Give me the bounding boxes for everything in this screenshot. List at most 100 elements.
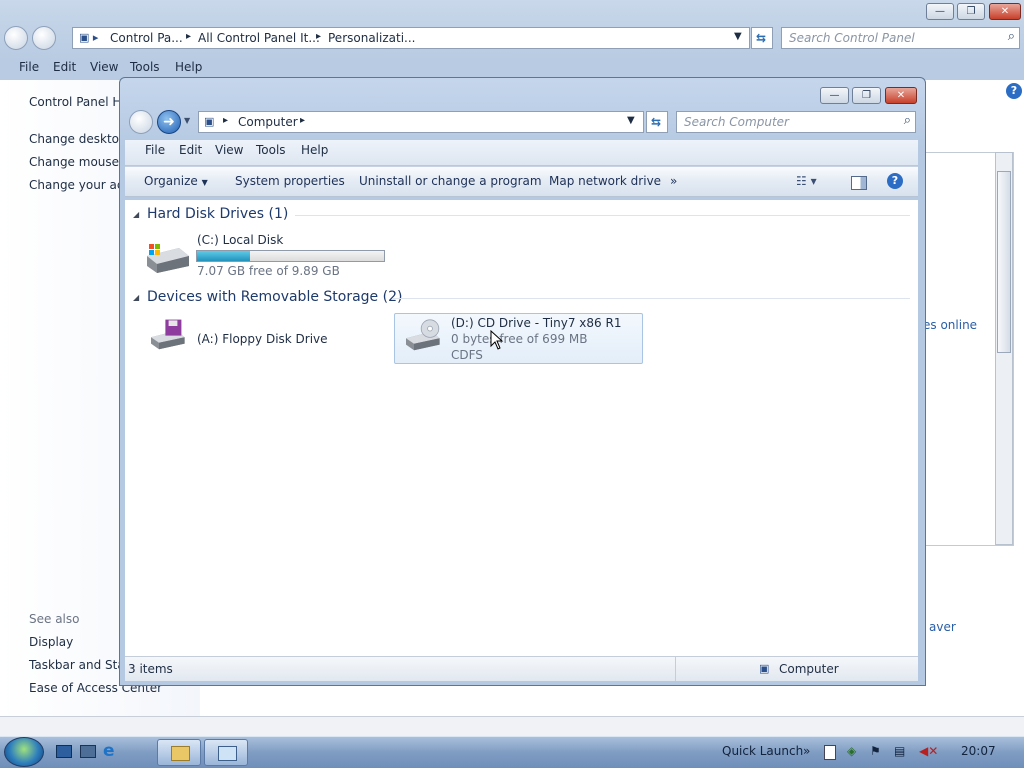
recent-pages-chevron-icon[interactable]: ▼	[184, 116, 190, 125]
drive-item-c[interactable]: (C:) Local Disk 7.07 GB free of 9.89 GB	[143, 233, 399, 280]
sidebar-home-link[interactable]: Control Panel Ho	[29, 95, 129, 109]
drive-item-d[interactable]: (D:) CD Drive - Tiny7 x86 R1 0 bytes fre…	[394, 313, 643, 364]
system-properties-button[interactable]: System properties	[235, 174, 345, 188]
menu-tools[interactable]: Tools	[256, 143, 286, 157]
address-crumb-computer[interactable]: Computer	[238, 115, 298, 129]
disk-usage-fill	[197, 251, 251, 261]
refresh-icon: ⇆	[756, 31, 767, 45]
uninstall-program-button[interactable]: Uninstall or change a program	[359, 174, 542, 188]
bg-address-bar[interactable]: ▣ ▸ Control Pa... ▸ All Control Panel It…	[72, 27, 750, 49]
status-bar: 3 items ▣ Computer	[125, 656, 918, 681]
bg-minimize-button[interactable]: —	[926, 3, 954, 20]
action-center-flag-icon[interactable]: ⚑	[870, 744, 881, 758]
bg-menu-file[interactable]: File	[19, 60, 39, 74]
bg-menu-edit[interactable]: Edit	[53, 60, 76, 74]
group-divider	[393, 298, 910, 299]
help-icon[interactable]: ?	[887, 173, 903, 189]
bg-menu-help[interactable]: Help	[175, 60, 202, 74]
breadcrumb-sep-icon: ▸	[300, 115, 306, 126]
more-commands-button[interactable]: »	[670, 174, 677, 188]
drive-name-d: (D:) CD Drive - Tiny7 x86 R1	[451, 316, 622, 330]
bg-search-input[interactable]: Search Control Panel ⌕	[781, 27, 1020, 49]
bg-close-button[interactable]: ✕	[989, 3, 1021, 20]
minimize-button[interactable]: —	[820, 87, 849, 104]
control-panel-icon: ▣ ▸	[79, 31, 99, 44]
bg-status-bar	[0, 716, 1024, 737]
map-network-drive-button[interactable]: Map network drive	[549, 174, 661, 188]
clock[interactable]: 20:07	[961, 744, 996, 758]
bg-scrollbar[interactable]	[995, 152, 1013, 545]
bg-forward-button[interactable]	[32, 26, 56, 50]
network-icon[interactable]: ▤	[894, 744, 905, 758]
bg-breadcrumb-0[interactable]: Control Pa...	[110, 31, 183, 45]
search-icon[interactable]: ⌕	[904, 113, 911, 128]
drive-item-a[interactable]: (A:) Floppy Disk Drive	[143, 318, 393, 362]
sidebar-link-desktop[interactable]: Change desktop	[29, 132, 127, 146]
organize-button[interactable]: Organize ▼	[144, 174, 208, 188]
bg-search-placeholder: Search Control Panel	[789, 31, 915, 45]
help-icon[interactable]: ?	[1006, 83, 1022, 99]
chevron-down-icon[interactable]: ▼	[734, 31, 742, 42]
volume-muted-icon[interactable]: ◀✕	[919, 744, 938, 758]
bg-menu-tools[interactable]: Tools	[130, 60, 160, 74]
refresh-icon: ⇆	[651, 115, 662, 129]
toolbar-chevron-icon[interactable]: »	[803, 744, 810, 758]
disk-usage-bar	[196, 250, 385, 262]
security-icon[interactable]: ◈	[847, 744, 856, 758]
computer-icon: ▣	[204, 115, 215, 128]
quick-launch-toolbar[interactable]: Quick Launch	[722, 744, 803, 758]
mouse-cursor-icon	[490, 330, 504, 350]
forward-button[interactable]: ➜	[157, 110, 181, 134]
collapse-group-icon[interactable]: ◢	[133, 293, 139, 302]
bg-breadcrumb-2[interactable]: Personalizati...	[328, 31, 415, 45]
bg-refresh-button[interactable]: ⇆	[751, 27, 773, 49]
chevron-down-icon: ▼	[201, 178, 208, 187]
preview-pane-icon[interactable]	[851, 176, 867, 190]
maximize-button[interactable]: ❐	[852, 87, 881, 104]
document-icon[interactable]	[824, 745, 836, 760]
close-button[interactable]: ✕	[885, 87, 917, 104]
computer-icon: ▣	[759, 662, 770, 675]
bg-back-button[interactable]	[4, 26, 28, 50]
menu-help[interactable]: Help	[301, 143, 328, 157]
organize-label: Organize	[144, 174, 198, 188]
sidebar-link-mouse[interactable]: Change mouse p	[29, 155, 130, 169]
views-icon[interactable]: ☷ ▾	[796, 174, 817, 188]
internet-explorer-icon[interactable]: e	[103, 741, 115, 761]
taskbar-explorer-button[interactable]	[157, 739, 201, 766]
chevron-down-icon[interactable]: ▼	[627, 115, 635, 126]
hard-drive-icon	[147, 244, 189, 273]
bg-scroll-thumb[interactable]	[997, 171, 1011, 353]
menu-bar: File Edit View Tools Help	[125, 140, 918, 165]
search-input[interactable]: Search Computer ⌕	[676, 111, 916, 133]
back-button[interactable]	[129, 110, 153, 134]
drive-name-c: (C:) Local Disk	[197, 233, 284, 247]
collapse-group-icon[interactable]: ◢	[133, 210, 139, 219]
cd-drive-icon	[406, 319, 440, 351]
bg-menu-bar: File Edit View Tools Help	[0, 57, 1024, 79]
floppy-drive-icon	[151, 319, 185, 350]
drive-fs-d: CDFS	[451, 348, 483, 362]
bg-breadcrumb-1[interactable]: All Control Panel It...	[198, 31, 320, 45]
control-panel-icon	[218, 746, 237, 761]
switch-windows-icon[interactable]	[80, 745, 96, 758]
group-header-removable[interactable]: Devices with Removable Storage (2)	[147, 289, 402, 305]
see-also-display[interactable]: Display	[29, 635, 73, 649]
menu-file[interactable]: File	[145, 143, 165, 157]
bg-online-link[interactable]: es online	[923, 318, 977, 332]
sidebar-link-account[interactable]: Change your acc	[29, 178, 130, 192]
file-list: ◢ Hard Disk Drives (1) (C:) Local Disk 7…	[125, 200, 918, 656]
show-desktop-icon[interactable]	[56, 745, 72, 758]
menu-view[interactable]: View	[215, 143, 243, 157]
refresh-button[interactable]: ⇆	[646, 111, 668, 133]
group-header-hard-disks[interactable]: Hard Disk Drives (1)	[147, 206, 288, 222]
bg-maximize-button[interactable]: ❐	[957, 3, 985, 20]
address-bar[interactable]: ▣ ▸ Computer ▸ ▼	[198, 111, 644, 133]
menu-edit[interactable]: Edit	[179, 143, 202, 157]
search-icon[interactable]: ⌕	[1008, 29, 1015, 44]
taskbar-control-panel-button[interactable]	[204, 739, 248, 766]
bg-screensaver-link[interactable]: aver	[929, 620, 956, 634]
start-button[interactable]	[4, 737, 44, 767]
bg-menu-view[interactable]: View	[90, 60, 118, 74]
status-divider	[675, 657, 676, 681]
